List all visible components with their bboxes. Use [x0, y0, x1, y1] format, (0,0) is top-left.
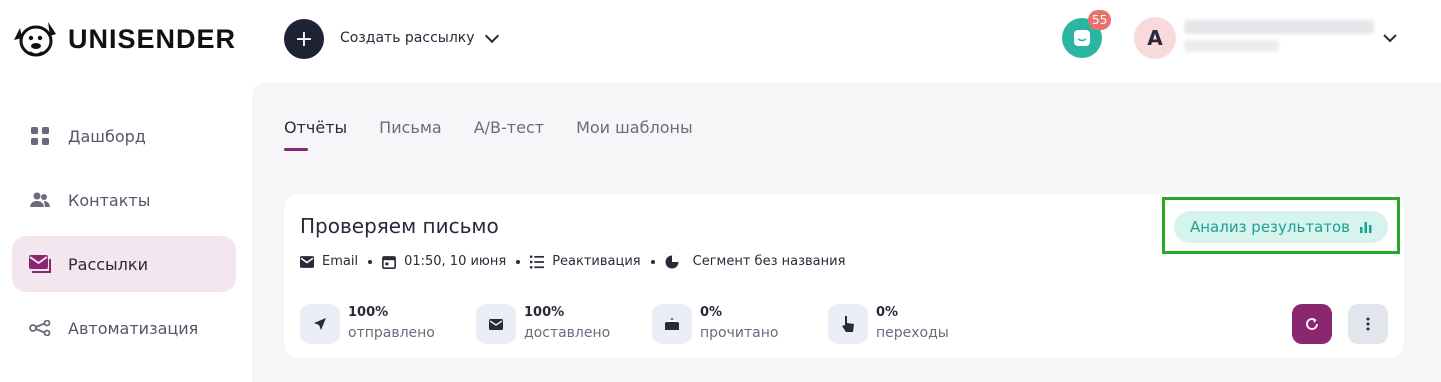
stat-value: 100%	[524, 305, 565, 320]
stat-value: 0%	[876, 305, 899, 320]
tab-ab-test[interactable]: A/B-тест	[474, 118, 544, 151]
avatar[interactable]: A	[1134, 17, 1176, 59]
meta-datetime-text: 01:50, 10 июня	[404, 254, 507, 269]
create-campaign-label: Создать рассылку	[340, 30, 475, 46]
analysis-results-label: Анализ результатов	[1189, 218, 1351, 236]
stat-label: переходы	[876, 325, 949, 341]
report-meta: Email 01:50, 10 июня Реактивация Сегмент…	[300, 254, 845, 269]
sidebar-item-automation[interactable]: Автоматизация	[12, 300, 236, 356]
meta-segment-text: Сегмент без названия	[692, 254, 846, 269]
notification-badge: 55	[1088, 10, 1112, 30]
sidebar-item-label: Контакты	[68, 190, 151, 210]
meta-list-text: Реактивация	[552, 254, 641, 269]
meta-segment: Сегмент без названия	[665, 254, 846, 269]
sidebar: Дашборд Контакты Рассылки Автоматизация	[12, 108, 236, 364]
stat-sent: 100% отправлено	[300, 304, 476, 344]
automation-icon	[29, 317, 51, 339]
stats-row: 100% отправлено 100% доставлено 0% прочи…	[300, 304, 1004, 344]
sidebar-item-label: Рассылки	[68, 254, 148, 274]
meta-channel: Email	[300, 254, 358, 269]
more-options-button[interactable]	[1348, 304, 1388, 344]
sidebar-item-label: Автоматизация	[68, 318, 199, 338]
tab-my-templates[interactable]: Мои шаблоны	[576, 118, 693, 151]
sidebar-item-dashboard[interactable]: Дашборд	[12, 108, 236, 164]
list-icon	[530, 255, 545, 268]
analysis-highlight: Анализ результатов	[1162, 197, 1400, 254]
report-title[interactable]: Проверяем письмо	[300, 214, 499, 238]
brand-name: UNISENDER	[68, 23, 237, 54]
meta-datetime: 01:50, 10 июня	[382, 254, 506, 269]
sidebar-item-campaigns[interactable]: Рассылки	[12, 236, 236, 292]
stat-value: 100%	[348, 305, 389, 320]
more-vertical-icon	[1366, 317, 1370, 331]
stat-clicks: 0% переходы	[828, 304, 1004, 344]
tabs-bar: Отчёты Письма A/B-тест Мои шаблоны	[284, 94, 1404, 170]
plus-icon: +	[294, 26, 314, 52]
account-chevron-down-icon[interactable]	[1383, 33, 1397, 43]
stat-label: отправлено	[348, 325, 435, 341]
bar-chart-icon	[1360, 222, 1372, 233]
meta-list: Реактивация	[530, 254, 641, 269]
pointer-hand-icon	[828, 304, 868, 344]
analysis-results-button[interactable]: Анализ результатов	[1174, 211, 1388, 243]
tab-reports[interactable]: Отчёты	[284, 118, 347, 151]
sidebar-item-label: Дашборд	[68, 126, 146, 146]
meta-separator	[368, 259, 373, 264]
stat-opened: 0% прочитано	[652, 304, 828, 344]
dog-logo-icon	[14, 22, 56, 57]
chat-icon	[1074, 30, 1090, 46]
refresh-button[interactable]	[1292, 304, 1332, 344]
chevron-down-icon	[484, 28, 499, 43]
meta-channel-text: Email	[322, 254, 359, 269]
sidebar-item-contacts[interactable]: Контакты	[12, 172, 236, 228]
account-email-blurred	[1184, 20, 1374, 34]
meta-separator	[650, 259, 655, 264]
refresh-icon	[1306, 318, 1318, 330]
calendar-icon	[382, 255, 397, 269]
open-envelope-icon	[652, 304, 692, 344]
stat-label: доставлено	[524, 325, 611, 341]
stat-value: 0%	[700, 305, 723, 320]
stat-label: прочитано	[700, 325, 779, 341]
email-icon	[300, 255, 314, 268]
main-content: Отчёты Письма A/B-тест Мои шаблоны Прове…	[252, 82, 1441, 382]
tab-letters[interactable]: Письма	[379, 118, 442, 151]
envelope-icon	[476, 304, 516, 344]
contacts-icon	[29, 189, 51, 211]
account-id-blurred	[1184, 40, 1279, 52]
meta-separator	[516, 259, 521, 264]
dashboard-icon	[29, 125, 51, 147]
create-campaign-button[interactable]: +	[284, 19, 324, 59]
stat-delivered: 100% доставлено	[476, 304, 652, 344]
mail-icon	[29, 253, 51, 275]
send-icon	[300, 304, 340, 344]
pie-chart-icon	[665, 255, 679, 268]
brand-logo[interactable]: UNISENDER	[10, 14, 236, 64]
report-card: Проверяем письмо Email 01:50, 10 июня Ре…	[284, 194, 1404, 358]
create-campaign-dropdown[interactable]: Создать рассылку	[340, 28, 499, 46]
